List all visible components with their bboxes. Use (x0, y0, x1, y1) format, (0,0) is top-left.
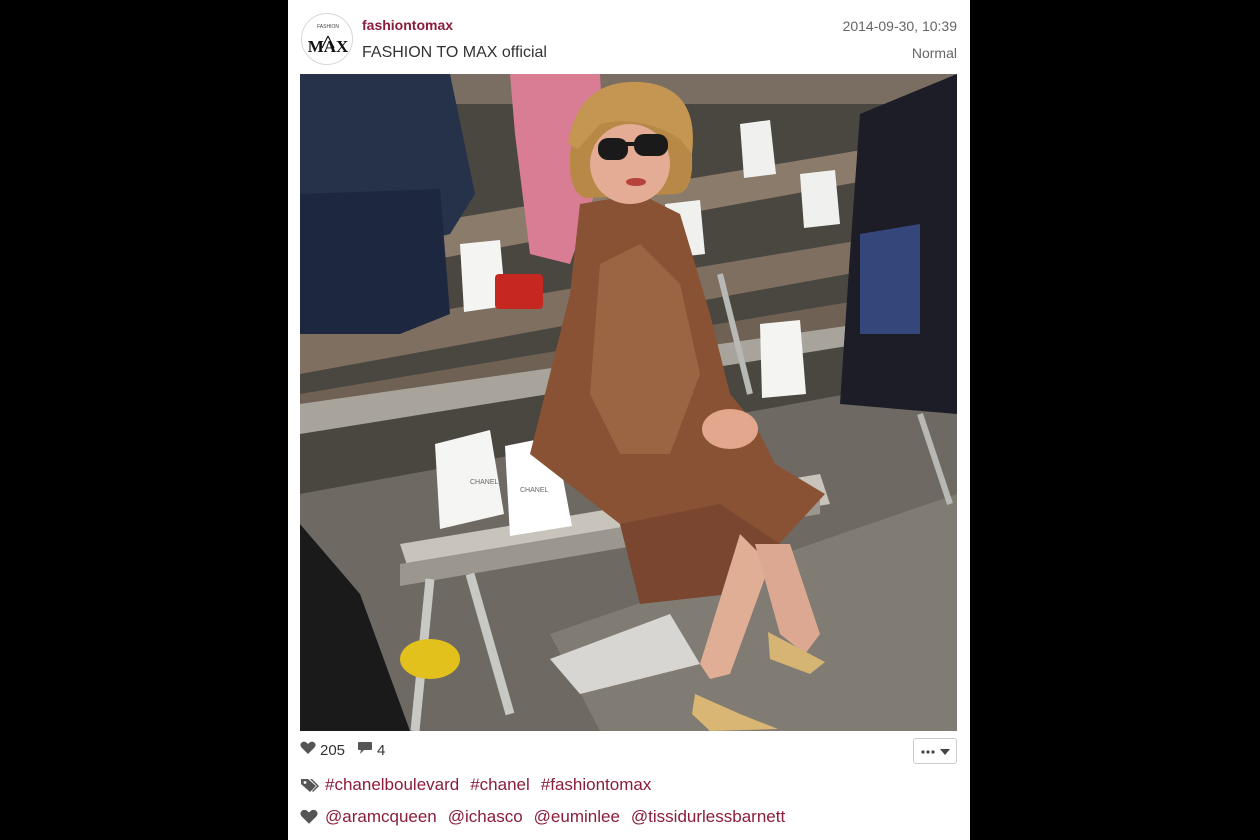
avatar[interactable]: FASHION MAX (301, 13, 353, 65)
hashtag-link[interactable]: #fashiontomax (541, 775, 652, 795)
svg-text:CHANEL: CHANEL (470, 479, 499, 486)
ellipsis-icon (920, 744, 935, 758)
hashtag-row: #chanelboulevard #chanel #fashiontomax (300, 775, 662, 795)
tag-icon (300, 777, 320, 793)
user-link[interactable]: @euminlee (534, 807, 620, 827)
hashtag-link[interactable]: #chanel (470, 775, 530, 795)
fashion-to-max-logo-icon: FASHION MAX (308, 24, 349, 56)
like-count: 205 (320, 741, 346, 759)
post-stats: 205 4 (300, 740, 385, 760)
user-link[interactable]: @aramcqueen (325, 807, 437, 827)
timestamp: 2014-09-30, 10:39 (842, 18, 957, 34)
comment-count: 4 (377, 741, 386, 759)
svg-text:MAX: MAX (308, 37, 349, 56)
hashtag-link[interactable]: #chanelboulevard (325, 775, 459, 795)
more-options-button[interactable] (913, 738, 957, 764)
post-photo[interactable]: CHANEL CHANEL (300, 74, 957, 731)
heart-icon[interactable] (300, 741, 316, 759)
caret-down-icon (939, 744, 950, 758)
user-link[interactable]: @tissidurlessbarnett (631, 807, 785, 827)
user-link[interactable]: @ichasco (448, 807, 523, 827)
tagged-users-row: @aramcqueen @ichasco @euminlee @tissidur… (300, 807, 796, 827)
svg-text:FASHION: FASHION (317, 24, 339, 30)
filter-label: Normal (911, 45, 957, 61)
post-card: FASHION MAX fashiontomax FASHION TO MAX … (288, 0, 970, 840)
comment-bubble-icon[interactable] (357, 741, 373, 759)
heart-icon (300, 809, 320, 825)
full-name: FASHION TO MAX official (362, 44, 547, 61)
username[interactable]: fashiontomax (362, 17, 453, 33)
svg-text:CHANEL: CHANEL (520, 487, 549, 494)
